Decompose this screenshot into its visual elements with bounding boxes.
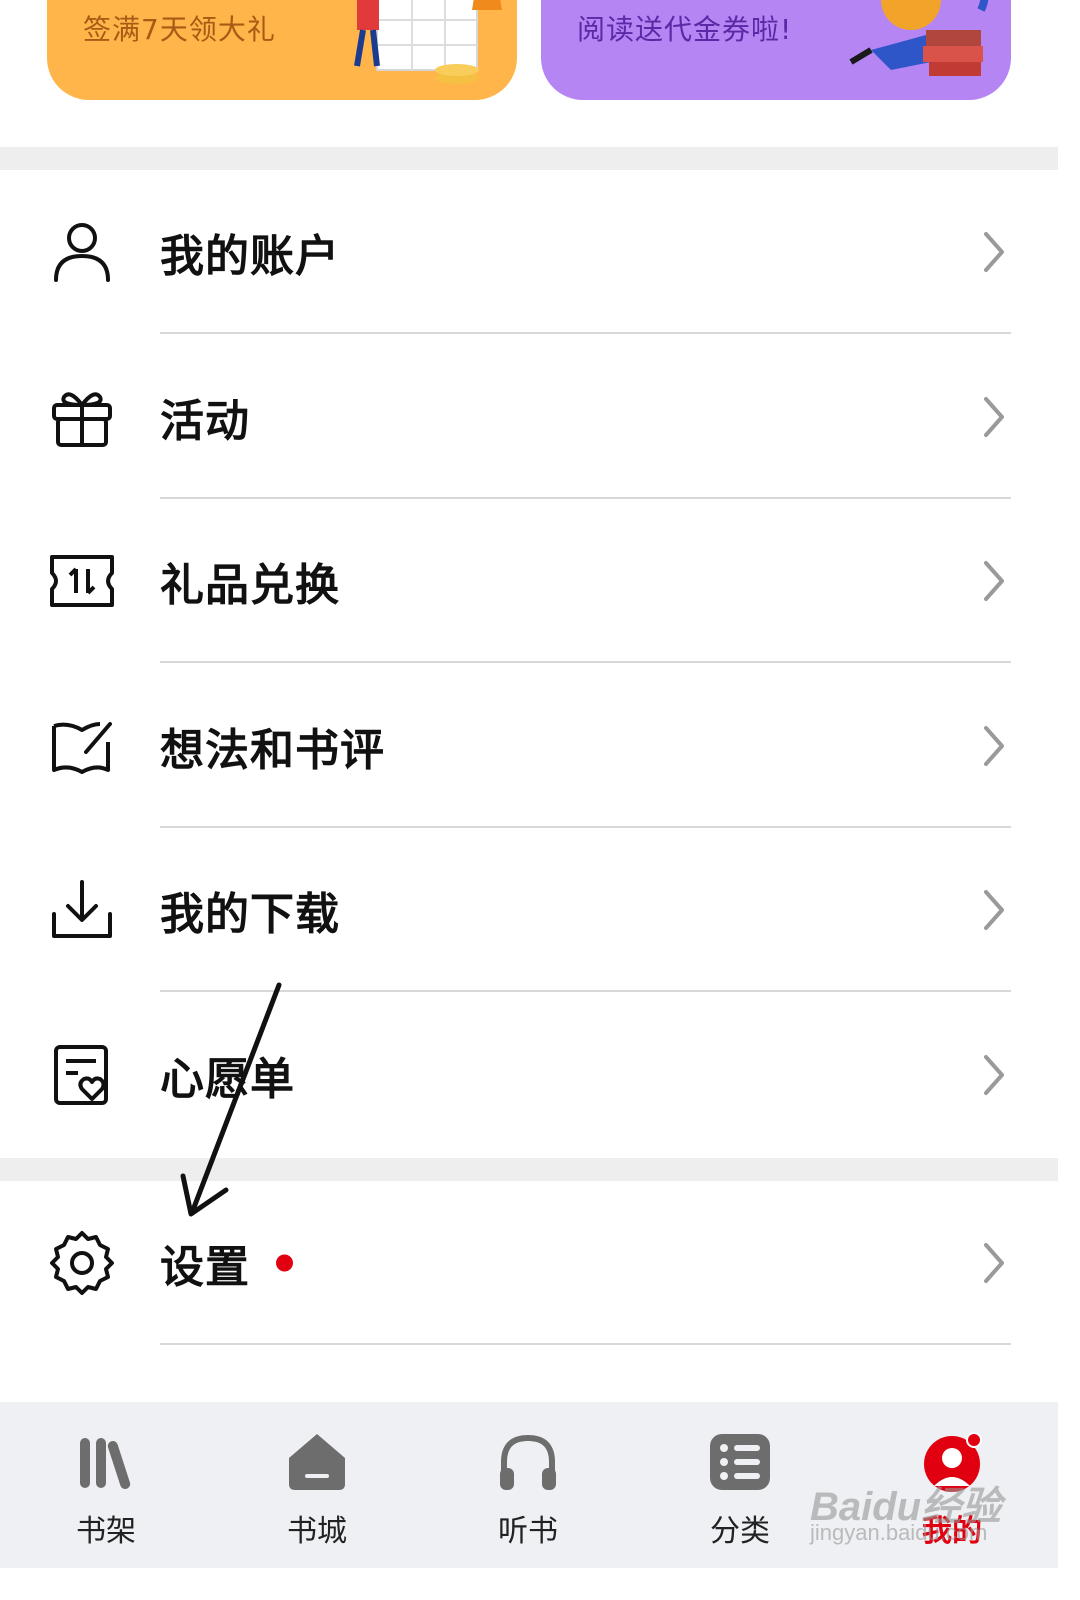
menu-item-downloads[interactable]: 我的下载 xyxy=(0,828,1058,992)
notification-dot xyxy=(276,1254,293,1272)
tab-audiobook[interactable]: 听书 xyxy=(468,1402,588,1568)
chevron-right-icon xyxy=(984,1243,1004,1283)
tab-label: 书城 xyxy=(287,1514,347,1549)
tab-label: 我的 xyxy=(922,1514,982,1549)
tab-label: 分类 xyxy=(710,1514,770,1549)
chevron-right-icon xyxy=(984,890,1004,930)
menu-item-label: 礼品兑换 xyxy=(160,560,340,611)
menu-item-settings[interactable]: 设置 xyxy=(0,1181,1058,1345)
menu-item-gift-exchange[interactable]: 礼品兑换 xyxy=(0,499,1058,663)
bookstore-icon xyxy=(289,1434,345,1490)
banner-row: 签满7天领大礼 阅读送代金券啦! xyxy=(0,0,1058,147)
book-edit-icon xyxy=(52,722,112,774)
section-separator xyxy=(0,1158,1058,1181)
tab-bookshelf[interactable]: 书架 xyxy=(46,1402,166,1568)
divider xyxy=(160,1343,1011,1345)
user-icon xyxy=(54,223,110,282)
reading-banner-text: 阅读送代金券啦! xyxy=(577,13,793,46)
bookshelf-icon xyxy=(80,1438,131,1490)
menu-item-notes-reviews[interactable]: 想法和书评 xyxy=(0,664,1058,828)
bottom-tab-bar: 书架 书城 听书 分类 我的 xyxy=(0,1402,1058,1568)
tab-mine[interactable]: 我的 xyxy=(892,1402,1012,1568)
wishlist-icon xyxy=(54,1045,108,1105)
chevron-right-icon xyxy=(984,726,1004,766)
profile-avatar-icon xyxy=(924,1432,982,1492)
menu-item-label: 我的账户 xyxy=(160,231,340,282)
menu-item-activity[interactable]: 活动 xyxy=(0,335,1058,499)
tab-label: 书架 xyxy=(76,1514,136,1549)
chevron-right-icon xyxy=(984,561,1004,601)
chevron-right-icon xyxy=(984,1055,1004,1095)
reading-illustration-icon xyxy=(849,0,989,76)
chevron-right-icon xyxy=(984,232,1004,272)
menu-item-label: 心愿单 xyxy=(160,1054,295,1105)
section-separator xyxy=(0,147,1058,170)
divider xyxy=(160,332,1011,334)
menu-item-label: 活动 xyxy=(160,396,250,447)
menu-item-label: 我的下载 xyxy=(160,889,340,940)
menu-item-wishlist[interactable]: 心愿单 xyxy=(0,993,1058,1157)
category-list-icon xyxy=(710,1434,770,1490)
gear-icon xyxy=(50,1231,114,1295)
download-icon xyxy=(52,880,112,938)
reading-banner[interactable]: 阅读送代金券啦! xyxy=(541,0,1011,100)
tab-categories[interactable]: 分类 xyxy=(680,1402,800,1568)
menu-item-label: 想法和书评 xyxy=(160,725,385,776)
ticket-exchange-icon xyxy=(50,555,114,607)
signin-banner-text: 签满7天领大礼 xyxy=(83,13,276,46)
signin-banner[interactable]: 签满7天领大礼 xyxy=(47,0,517,100)
tab-label: 听书 xyxy=(498,1514,558,1549)
calendar-illustration-icon xyxy=(354,0,502,84)
divider xyxy=(160,990,1011,992)
tab-bookstore[interactable]: 书城 xyxy=(257,1402,377,1568)
menu-item-label: 设置 xyxy=(160,1242,250,1293)
menu-item-account[interactable]: 我的账户 xyxy=(0,170,1058,334)
gift-icon xyxy=(52,392,112,447)
divider xyxy=(160,661,1011,663)
headphones-icon xyxy=(500,1434,556,1490)
chevron-right-icon xyxy=(984,397,1004,437)
